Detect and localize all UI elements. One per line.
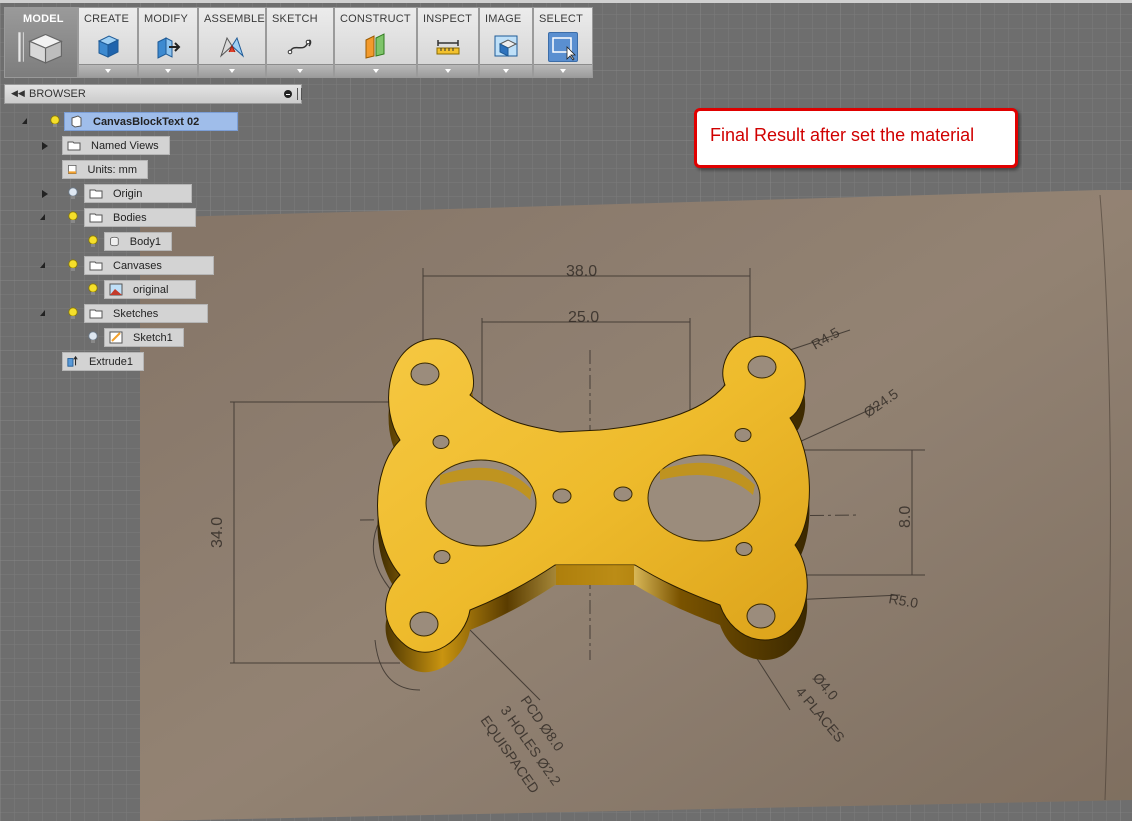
browser-title: BROWSER bbox=[29, 88, 86, 100]
create-menu[interactable]: CREATE bbox=[78, 7, 138, 78]
item-label: Canvases bbox=[113, 259, 162, 272]
folder-icon bbox=[89, 189, 103, 199]
modify-label: MODIFY bbox=[144, 13, 188, 25]
box-icon bbox=[97, 35, 120, 58]
collapse-arrows-icon[interactable]: ◀◀ bbox=[11, 88, 25, 99]
folder-icon bbox=[89, 309, 103, 319]
pin-icon[interactable] bbox=[297, 88, 302, 100]
dim-8: 8.0 bbox=[897, 506, 914, 528]
root-label: CanvasBlockText 02 bbox=[93, 115, 200, 128]
dim-25: 25.0 bbox=[568, 309, 599, 326]
item-label: Units: mm bbox=[87, 163, 138, 176]
dim-34: 34.0 bbox=[209, 517, 226, 548]
visibility-bulb-icon[interactable] bbox=[50, 115, 60, 128]
visibility-bulb-off-icon[interactable] bbox=[88, 331, 98, 344]
item-label: Origin bbox=[113, 187, 143, 200]
create-label: CREATE bbox=[84, 13, 130, 25]
visibility-bulb-icon[interactable] bbox=[68, 211, 78, 224]
item-label: Named Views bbox=[91, 139, 159, 152]
select-menu[interactable]: SELECT bbox=[533, 7, 593, 78]
create-dropdown-arrow[interactable] bbox=[79, 64, 137, 77]
render-image-icon bbox=[494, 35, 518, 57]
select-cursor-icon bbox=[548, 32, 578, 62]
visibility-bulb-icon[interactable] bbox=[88, 235, 98, 248]
image-menu[interactable]: IMAGE bbox=[479, 7, 533, 78]
measure-icon bbox=[436, 40, 460, 55]
item-label: Extrude1 bbox=[88, 355, 133, 368]
minimize-icon[interactable] bbox=[284, 90, 292, 98]
construct-label: CONSTRUCT bbox=[340, 13, 411, 25]
extrude-icon bbox=[67, 355, 78, 367]
units-ruler-icon bbox=[68, 165, 77, 174]
assemble-menu[interactable]: ASSEMBLE bbox=[198, 7, 266, 78]
dim-38: 38.0 bbox=[566, 263, 597, 280]
sketch-menu[interactable]: SKETCH bbox=[266, 7, 334, 78]
sketch-label: SKETCH bbox=[272, 13, 318, 25]
expander-closed-icon[interactable] bbox=[42, 190, 48, 198]
image-dropdown-arrow[interactable] bbox=[480, 64, 532, 77]
select-dropdown-arrow[interactable] bbox=[534, 64, 592, 77]
select-label: SELECT bbox=[539, 13, 583, 25]
workspace-label: MODEL bbox=[23, 13, 64, 25]
callout-text: Final Result after set the material bbox=[710, 125, 975, 145]
modify-menu[interactable]: MODIFY bbox=[138, 7, 198, 78]
canvas-image-icon bbox=[109, 283, 123, 296]
sketch-dropdown-arrow[interactable] bbox=[267, 64, 333, 77]
inspect-menu[interactable]: INSPECT bbox=[417, 7, 479, 78]
inspect-dropdown-arrow[interactable] bbox=[418, 64, 478, 77]
construct-menu[interactable]: CONSTRUCT bbox=[334, 7, 417, 78]
body-icon bbox=[110, 236, 119, 247]
joint-icon bbox=[219, 36, 245, 58]
assemble-label: ASSEMBLE bbox=[204, 13, 265, 25]
visibility-bulb-icon[interactable] bbox=[68, 259, 78, 272]
press-pull-icon bbox=[157, 37, 181, 59]
modify-dropdown-arrow[interactable] bbox=[139, 64, 197, 77]
folder-icon bbox=[67, 141, 81, 151]
sketch-icon bbox=[109, 331, 123, 344]
construct-dropdown-arrow[interactable] bbox=[335, 64, 416, 77]
inspect-label: INSPECT bbox=[423, 13, 473, 25]
folder-icon bbox=[89, 261, 103, 271]
ribbon-toolbar: MODEL CREATE MODIFY ASSEMBLE SKETCH CONS… bbox=[4, 7, 593, 78]
image-label: IMAGE bbox=[485, 13, 522, 25]
item-label: original bbox=[133, 283, 169, 296]
visibility-bulb-off-icon[interactable] bbox=[68, 187, 78, 200]
spline-icon bbox=[287, 39, 312, 55]
expander-open-icon[interactable] bbox=[40, 214, 45, 220]
model-cube-icon bbox=[18, 32, 63, 64]
component-icon bbox=[71, 115, 82, 128]
visibility-bulb-icon[interactable] bbox=[88, 283, 98, 296]
item-label: Bodies bbox=[113, 211, 147, 224]
item-label: Body1 bbox=[129, 235, 161, 248]
expander-open-icon[interactable] bbox=[22, 118, 27, 124]
folder-icon bbox=[89, 213, 103, 223]
assemble-dropdown-arrow[interactable] bbox=[199, 64, 265, 77]
item-label: Sketches bbox=[113, 307, 159, 320]
expander-open-icon[interactable] bbox=[40, 310, 45, 316]
offset-plane-icon bbox=[365, 33, 384, 59]
visibility-bulb-icon[interactable] bbox=[68, 307, 78, 320]
expander-closed-icon[interactable] bbox=[42, 142, 48, 150]
item-label: Sketch1 bbox=[133, 331, 173, 344]
browser-panel-header[interactable]: ◀◀ BROWSER bbox=[4, 84, 302, 104]
annotation-callout: Final Result after set the material bbox=[694, 108, 1018, 168]
expander-open-icon[interactable] bbox=[40, 262, 45, 268]
workspace-model-button[interactable]: MODEL bbox=[4, 7, 78, 78]
